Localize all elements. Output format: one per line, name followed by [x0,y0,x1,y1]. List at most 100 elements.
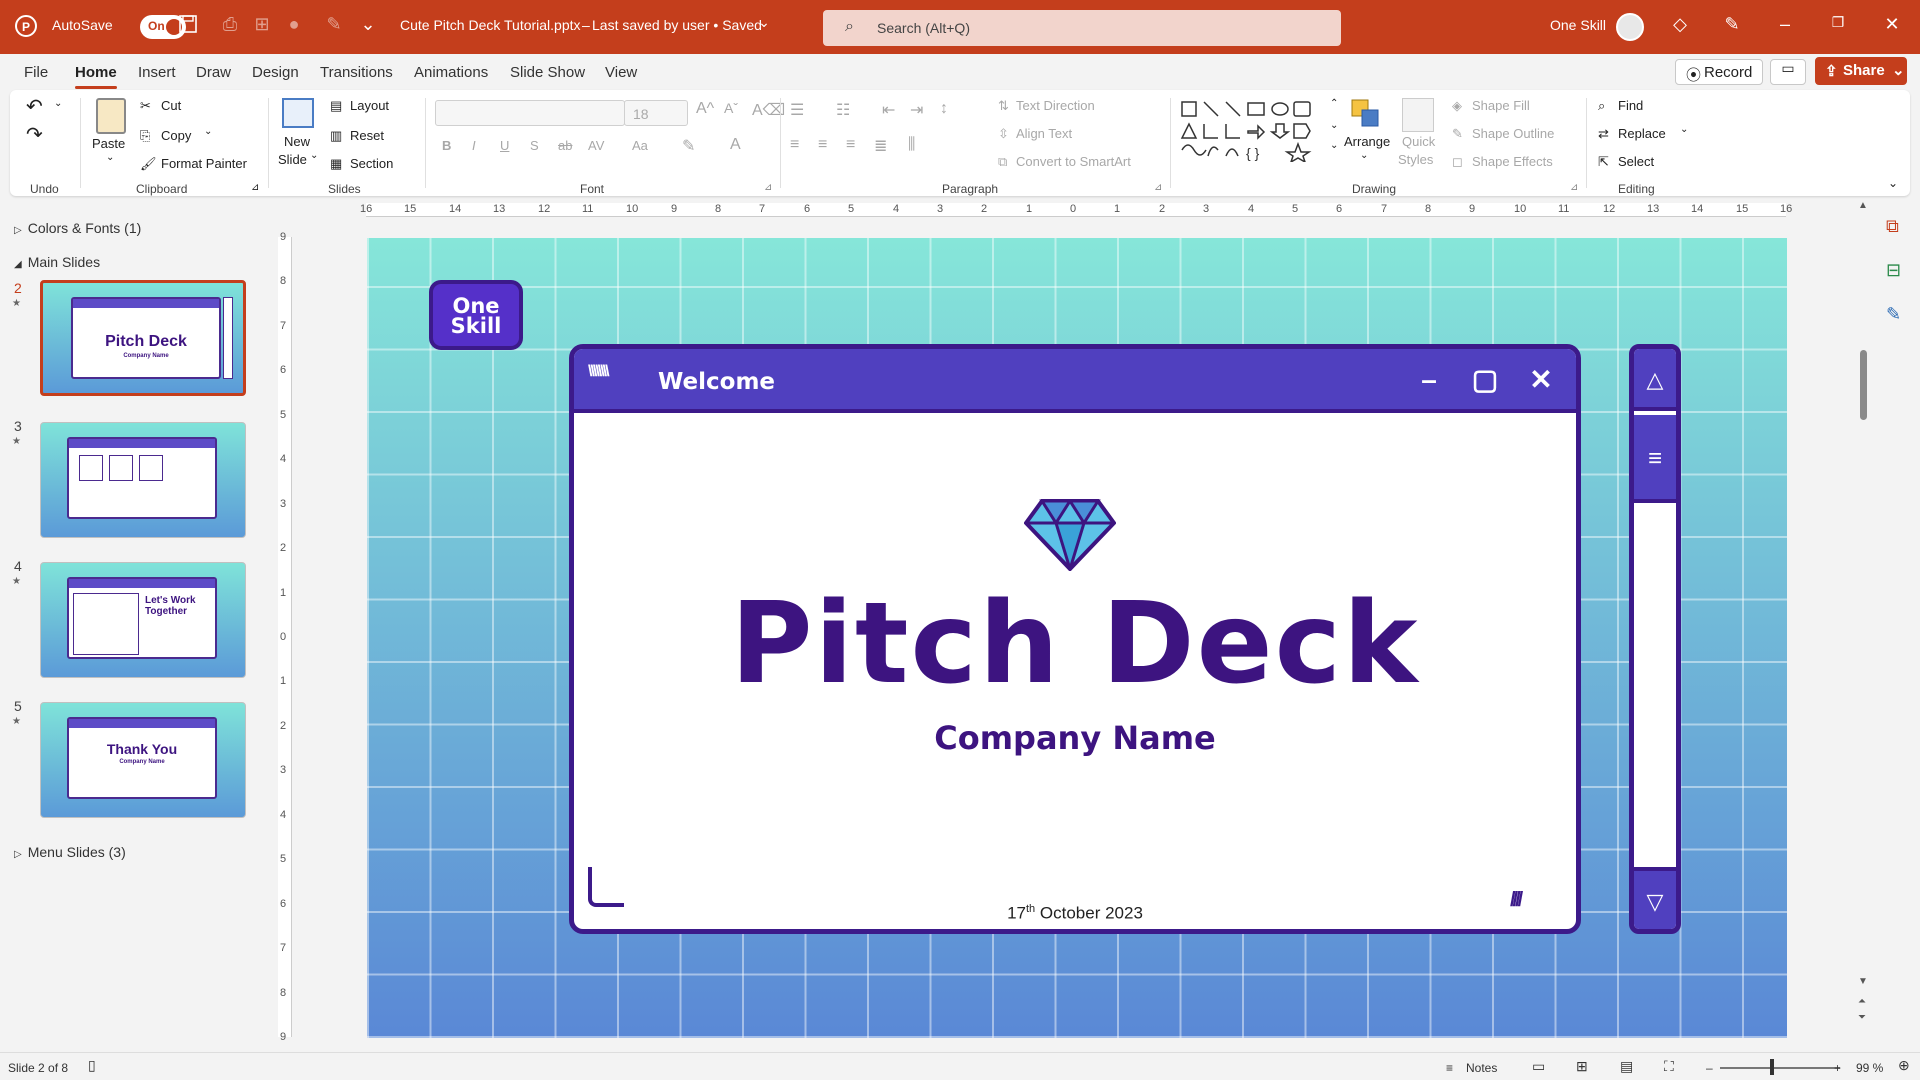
one-skill-logo[interactable]: One Skill [429,280,523,350]
tab-insert[interactable]: Insert [138,64,176,81]
record-button[interactable]: ⦿ Record [1675,59,1763,85]
document-title[interactable]: Cute Pitch Deck Tutorial.pptx [400,17,581,33]
char-spacing-icon[interactable]: AV [588,138,604,153]
format-painter-label[interactable]: Format Painter [161,156,247,171]
minimize-icon[interactable]: – [1773,14,1797,38]
smartart-icon[interactable]: ⧉ [998,154,1007,170]
fit-to-window-icon[interactable]: ⊕ [1898,1057,1910,1074]
new-slide-chevron-icon[interactable]: ⌄ [310,150,318,161]
line-spacing-icon[interactable]: ↕ [940,100,948,118]
paragraph-launcher-icon[interactable]: ⊿ [1154,182,1162,193]
grow-font-icon[interactable]: A^ [696,100,714,118]
slide-thumbnail-4[interactable]: Let's Work Together [40,562,246,678]
cut-label[interactable]: Cut [161,98,181,113]
slide-sorter-icon[interactable]: ⊞ [1576,1058,1588,1075]
arrange-label[interactable]: Arrange [1344,134,1390,149]
share-button[interactable]: ⇪ Share ⌄ [1815,57,1907,85]
slide-title[interactable]: Pitch Deck [574,579,1576,709]
company-name[interactable]: Company Name [574,719,1576,757]
section-menu-slides[interactable]: ▷ Menu Slides (3) [14,844,126,860]
undo-icon[interactable]: ↶ [26,94,43,119]
previous-slide-icon[interactable]: ⏶ [1858,996,1866,1007]
tab-design[interactable]: Design [252,64,299,81]
paste-label[interactable]: Paste [92,136,125,151]
decrease-indent-icon[interactable]: ⇤ [882,100,895,120]
slide-thumbnail-5[interactable]: Thank You Company Name [40,702,246,818]
section-colors-fonts[interactable]: ▷ Colors & Fonts (1) [14,220,141,236]
select-icon[interactable]: ⇱ [1598,154,1609,170]
scroll-thumb[interactable] [1860,350,1867,420]
comments-button[interactable]: ▭ [1770,59,1806,85]
copy-icon[interactable]: ⎘ [140,128,150,144]
section-main-slides[interactable]: ◢ Main Slides [14,254,100,270]
zoom-slider[interactable] [1720,1067,1840,1069]
scroll-up-arrow-icon[interactable]: ▲ [1858,200,1868,211]
change-case-icon[interactable]: Aa [632,138,648,153]
search-box[interactable]: ⌕ Search (Alt+Q) [823,10,1341,46]
text-direction-label[interactable]: Text Direction [1016,98,1095,113]
numbering-icon[interactable]: ☷ [836,100,850,120]
tab-home[interactable]: Home [75,64,117,89]
redo-icon[interactable]: ↷ [26,122,43,147]
shape-fill-icon[interactable]: ◈ [1452,98,1462,114]
shapes-scroll-down-icon[interactable]: ⌄ [1330,120,1338,131]
drawing-launcher-icon[interactable]: ⊿ [1570,182,1578,193]
bold-icon[interactable]: B [442,138,451,153]
align-left-icon[interactable]: ≡ [790,136,799,154]
align-text-icon[interactable]: ⇳ [998,126,1009,142]
font-size-field[interactable]: 18 [624,100,688,126]
quick-styles-label-1[interactable]: Quick [1402,134,1435,149]
italic-icon[interactable]: I [472,138,476,153]
designer-icon[interactable]: ⧉ [1886,216,1899,237]
title-chevron-down-icon[interactable]: ⌄ [752,14,776,38]
strikethrough-icon[interactable]: ab [558,138,572,153]
draw-quick-icon[interactable]: ✎ [322,14,346,38]
shapes-gallery[interactable]: { } [1178,98,1328,164]
replace-icon[interactable]: ⇄ [1598,126,1609,142]
new-slide-icon[interactable] [282,98,314,128]
shape-outline-icon[interactable]: ✎ [1452,126,1463,142]
pen-icon[interactable]: ✎ [1720,14,1744,38]
shape-fill-label[interactable]: Shape Fill [1472,98,1530,113]
restore-icon[interactable]: ❐ [1826,14,1850,38]
quick-styles-label-2[interactable]: Styles [1398,152,1433,167]
highlight-icon[interactable]: ✎ [682,136,695,156]
slideshow-view-icon[interactable]: ⛶ [1664,1058,1674,1075]
quick-access-icon[interactable]: ⎙ [218,14,242,38]
underline-icon[interactable]: U [500,138,509,153]
align-center-icon[interactable]: ≡ [818,136,827,154]
section-label[interactable]: Section [350,156,393,171]
editor-vertical-scrollbar[interactable]: ▲ ▼ ⏶ ⏷ [1857,200,1871,1040]
align-right-icon[interactable]: ≡ [846,136,855,154]
decorative-scrollbar[interactable]: △ ≡ ▽ [1629,344,1681,934]
smartart-label[interactable]: Convert to SmartArt [1016,154,1131,169]
reading-view-icon[interactable]: ▤ [1620,1058,1633,1075]
replace-chevron-icon[interactable]: ⌄ [1680,124,1688,135]
reset-icon[interactable]: ▥ [330,128,342,144]
shapes-more-icon[interactable]: ⌄ [1330,140,1338,151]
format-painter-icon[interactable]: 🖌 [140,156,157,172]
account-name[interactable]: One Skill [1550,17,1606,33]
record-quick-icon[interactable]: ● [282,14,306,38]
tab-animations[interactable]: Animations [414,64,488,81]
notes-button[interactable]: Notes [1466,1061,1497,1075]
text-direction-icon[interactable]: ⇅ [998,98,1009,114]
arrange-chevron-icon[interactable]: ⌄ [1360,150,1368,161]
shrink-font-icon[interactable]: Aˇ [724,100,738,116]
customize-qat-chevron-icon[interactable]: ⌄ [356,14,380,38]
find-icon[interactable]: ⌕ [1598,98,1605,114]
new-slide-label-2[interactable]: Slide [278,152,307,167]
slide-thumbnail-3[interactable] [40,422,246,538]
tab-file[interactable]: File [24,64,48,81]
copy-chevron-icon[interactable]: ⌄ [204,126,212,137]
animation-pane-icon[interactable]: ⊟ [1886,260,1901,281]
tab-transitions[interactable]: Transitions [320,64,393,81]
replace-label[interactable]: Replace [1618,126,1666,141]
close-icon[interactable]: ✕ [1880,14,1904,38]
reset-label[interactable]: Reset [350,128,384,143]
align-icon[interactable]: ⊞ [250,14,274,38]
quick-styles-icon[interactable] [1402,98,1434,132]
slide-thumbnail-2[interactable]: Pitch Deck Company Name [40,280,246,396]
layout-icon[interactable]: ▤ [330,98,342,114]
shapes-scroll-up-icon[interactable]: ⌃ [1330,98,1338,109]
